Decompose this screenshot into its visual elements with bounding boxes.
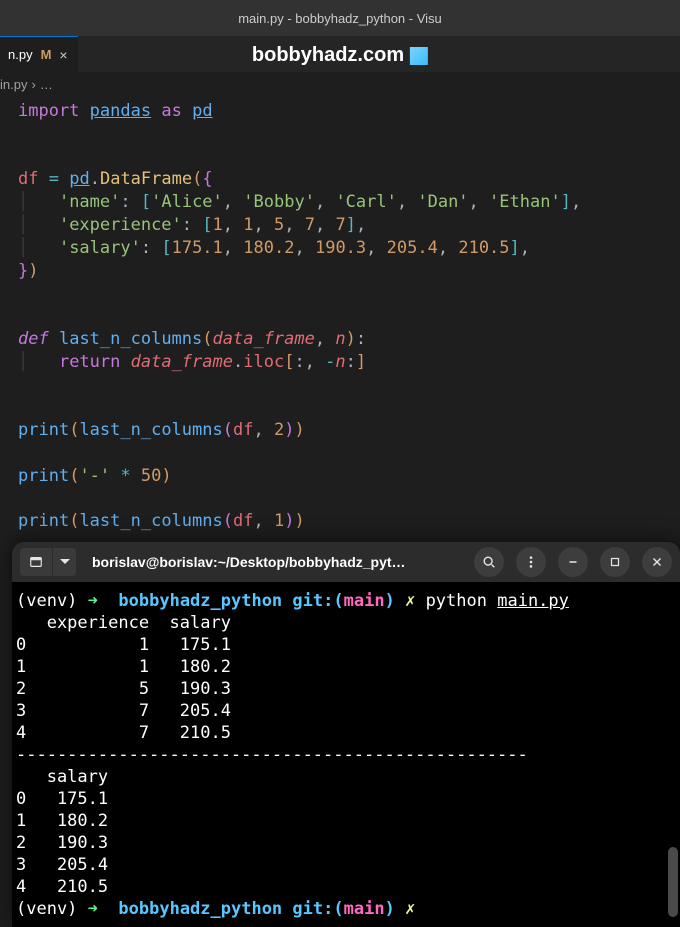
tab-label: n.py xyxy=(8,47,33,62)
terminal-window: borislav@borislav:~/Desktop/bobbyhadz_py… xyxy=(12,542,680,927)
terminal-body[interactable]: (venv) ➜ bobbyhadz_python git:(main) ✗ p… xyxy=(12,582,680,927)
close-button[interactable] xyxy=(642,547,672,577)
window-title: main.py - bobbyhadz_python - Visu xyxy=(238,11,442,26)
close-icon[interactable]: × xyxy=(59,47,67,63)
menu-icon[interactable] xyxy=(516,547,546,577)
cube-icon xyxy=(410,47,428,65)
scrollbar-thumb[interactable] xyxy=(668,847,678,917)
terminal-title: borislav@borislav:~/Desktop/bobbyhadz_py… xyxy=(82,554,462,570)
breadcrumb[interactable]: in.py › … xyxy=(0,72,680,96)
watermark: bobbyhadz.com xyxy=(252,44,428,67)
tab-main-py[interactable]: n.py M × xyxy=(0,36,78,72)
new-tab-button[interactable] xyxy=(20,548,52,576)
search-icon[interactable] xyxy=(474,547,504,577)
dropdown-icon[interactable] xyxy=(52,548,76,576)
modified-indicator: M xyxy=(41,47,52,62)
window-title-bar: main.py - bobbyhadz_python - Visu xyxy=(0,0,680,36)
terminal-title-bar: borislav@borislav:~/Desktop/bobbyhadz_py… xyxy=(12,542,680,582)
maximize-button[interactable] xyxy=(600,547,630,577)
minimize-button[interactable] xyxy=(558,547,588,577)
code-editor[interactable]: import pandas as pd df = pd.DataFrame({ … xyxy=(0,96,680,533)
